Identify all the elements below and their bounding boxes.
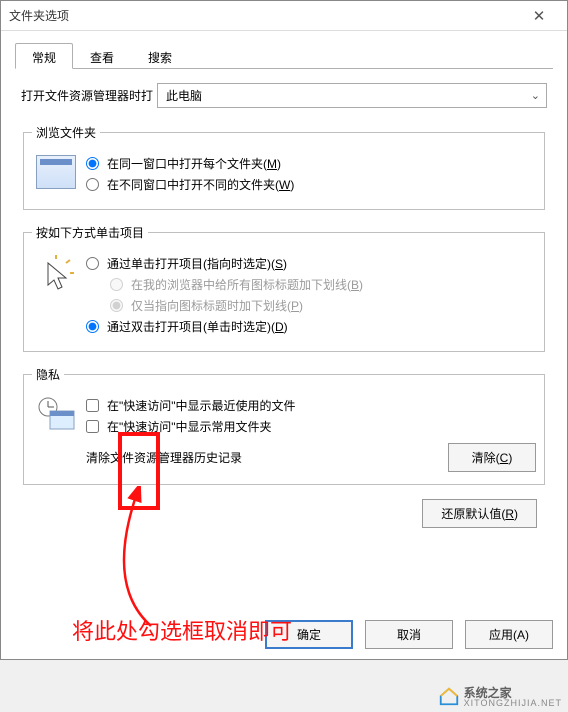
tab-view[interactable]: 查看 [73,43,131,68]
underline-hover-radio: 仅当指向图标标题时加下划线(P) [110,297,536,314]
restore-row: 还原默认值(R) [21,499,537,528]
clear-history-row: 清除文件资源管理器历史记录 清除(C) [86,443,536,472]
open-explorer-label: 打开文件资源管理器时打 [21,87,153,104]
watermark: 系统之家 XITONGZHIJIA.NET [438,684,562,708]
folder-options-dialog: 文件夹选项 ✕ 常规 查看 搜索 打开文件资源管理器时打 此电脑 ⌄ 浏览文件夹 [0,0,568,660]
privacy-group: 隐私 在"快速访问"中显示最近 [23,366,545,485]
show-recent-files-checkbox[interactable]: 在"快速访问"中显示最近使用的文件 [86,397,536,414]
double-click-radio[interactable]: 通过双击打开项目(单击时选定)(D) [86,318,536,335]
window-title: 文件夹选项 [9,7,69,24]
watermark-logo-icon [438,685,460,707]
window-icon [36,155,76,189]
click-mode-legend: 按如下方式单击项目 [32,224,148,241]
cursor-click-icon [36,255,76,295]
tab-search[interactable]: 搜索 [131,43,189,68]
privacy-icon [36,397,76,431]
tabs: 常规 查看 搜索 [15,43,553,69]
clear-button[interactable]: 清除(C) [448,443,536,472]
browse-folder-group: 浏览文件夹 在同一窗口中打开每个文件夹(M) 在不同窗口中打开不同的文件夹(W) [23,124,545,210]
cancel-button[interactable]: 取消 [365,620,453,649]
underline-all-radio: 在我的浏览器中给所有图标标题加下划线(B) [110,276,536,293]
content-area: 常规 查看 搜索 打开文件资源管理器时打 此电脑 ⌄ 浏览文件夹 [1,31,567,554]
annotation-text: 将此处勾选框取消即可 [72,614,292,646]
titlebar: 文件夹选项 ✕ [1,1,567,31]
single-click-radio[interactable]: 通过单击打开项目(指向时选定)(S) [86,255,536,272]
diff-window-radio[interactable]: 在不同窗口中打开不同的文件夹(W) [86,176,536,193]
open-explorer-value: 此电脑 [166,87,202,104]
privacy-legend: 隐私 [32,366,64,383]
tab-general[interactable]: 常规 [15,43,73,69]
open-explorer-row: 打开文件资源管理器时打 此电脑 ⌄ [21,83,547,108]
watermark-url: XITONGZHIJIA.NET [464,698,562,708]
clear-history-label: 清除文件资源管理器历史记录 [86,449,242,466]
show-frequent-folders-checkbox[interactable]: 在"快速访问"中显示常用文件夹 [86,418,536,435]
dialog-footer: 确定 取消 应用(A) [265,620,553,649]
restore-defaults-button[interactable]: 还原默认值(R) [422,499,537,528]
chevron-down-icon: ⌄ [531,89,540,102]
general-pane: 打开文件资源管理器时打 此电脑 ⌄ 浏览文件夹 在同一窗口中打开每个文件夹(M) [15,69,553,542]
same-window-radio[interactable]: 在同一窗口中打开每个文件夹(M) [86,155,536,172]
apply-button[interactable]: 应用(A) [465,620,553,649]
click-mode-group: 按如下方式单击项目 通过单击打开项目(指向时选定)(S) [23,224,545,352]
close-button[interactable]: ✕ [519,7,559,25]
browse-folder-legend: 浏览文件夹 [32,124,100,141]
open-explorer-combo[interactable]: 此电脑 ⌄ [157,83,547,108]
